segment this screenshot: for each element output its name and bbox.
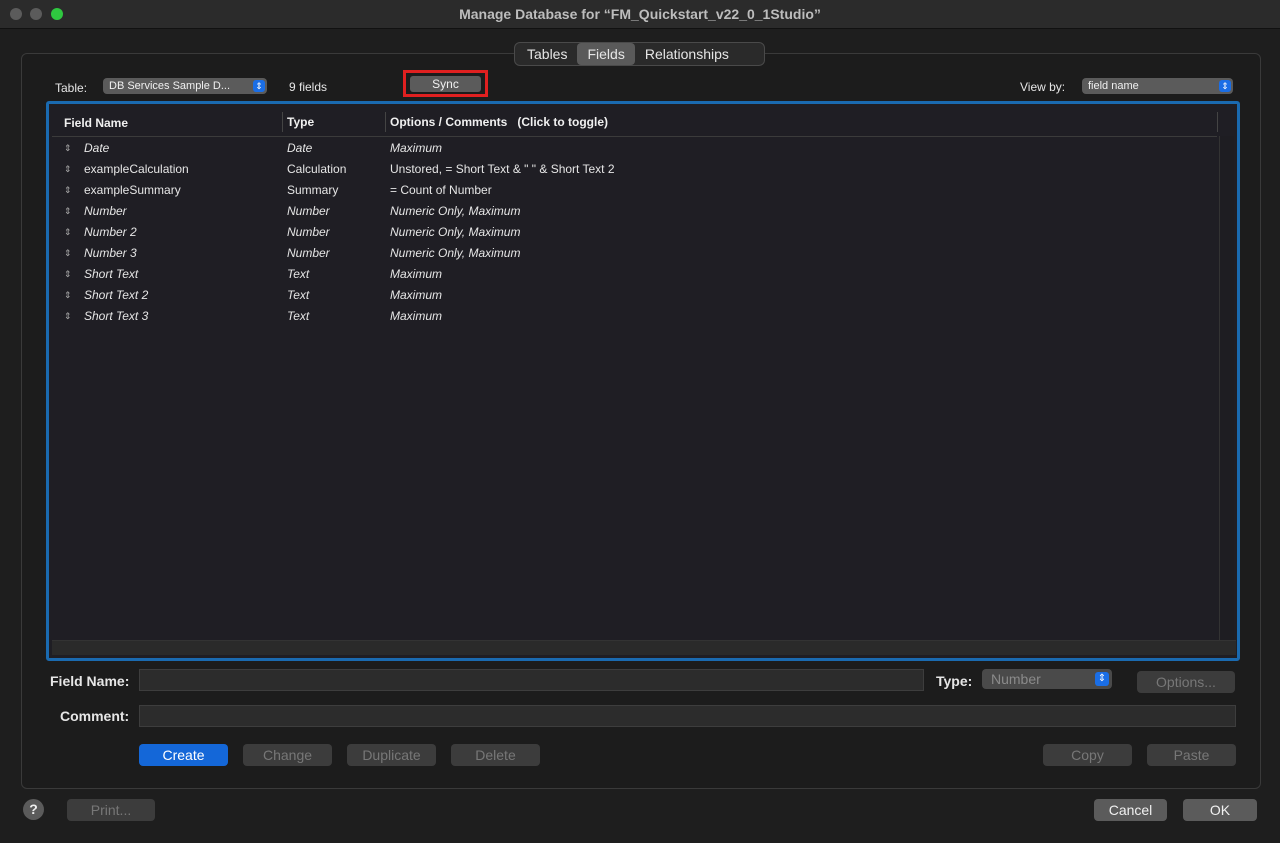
- tab-fields[interactable]: Fields: [577, 43, 635, 65]
- chevron-updown-icon: ⇕: [1219, 80, 1231, 92]
- table-select-value: DB Services Sample D...: [109, 80, 231, 92]
- field-type-cell: Number: [287, 246, 330, 260]
- field-options-cell: Numeric Only, Maximum: [390, 246, 521, 260]
- horizontal-scrollbar[interactable]: [52, 640, 1236, 655]
- duplicate-button[interactable]: Duplicate: [347, 744, 436, 766]
- table-row[interactable]: ⇕ Date Date Maximum: [52, 138, 1217, 159]
- field-name-cell: Number 3: [84, 246, 137, 260]
- drag-handle-icon[interactable]: ⇕: [64, 164, 72, 175]
- type-label: Type:: [936, 673, 973, 689]
- table-row[interactable]: ⇕ Number 2 Number Numeric Only, Maximum: [52, 222, 1217, 243]
- view-by-label: View by:: [1020, 80, 1066, 94]
- field-name-cell: exampleCalculation: [84, 162, 189, 176]
- comment-input[interactable]: [139, 705, 1236, 727]
- table-row[interactable]: ⇕ exampleCalculation Calculation Unstored, …: [52, 159, 1217, 180]
- field-options-cell: Maximum: [390, 141, 443, 155]
- field-options-cell: = Count of Number: [390, 183, 492, 197]
- field-type-cell: Summary: [287, 183, 339, 197]
- field-name-label: Field Name:: [50, 673, 130, 689]
- field-type-cell: Text: [287, 267, 310, 281]
- field-type-cell: Calculation: [287, 162, 347, 176]
- drag-handle-icon[interactable]: ⇕: [64, 311, 72, 322]
- drag-handle-icon[interactable]: ⇕: [64, 206, 72, 217]
- field-type-cell: Text: [287, 309, 310, 323]
- field-count: 9 fields: [289, 80, 328, 94]
- field-options-cell: Unstored, = Short Text & " " & Short Tex…: [390, 162, 615, 176]
- type-select[interactable]: Number ⇕: [982, 669, 1112, 689]
- view-by-value: field name: [1088, 80, 1139, 92]
- comment-label: Comment:: [60, 708, 130, 724]
- options-button[interactable]: Options...: [1137, 671, 1235, 693]
- help-button[interactable]: ?: [23, 799, 44, 820]
- change-button[interactable]: Change: [243, 744, 332, 766]
- table-row[interactable]: ⇕ Short Text 2 Text Maximum: [52, 285, 1217, 306]
- table-row[interactable]: ⇕ Number Number Numeric Only, Maximum: [52, 201, 1217, 222]
- print-button[interactable]: Print...: [67, 799, 155, 821]
- field-type-cell: Number: [287, 225, 330, 239]
- column-options[interactable]: Options / Comments (Click to toggle): [385, 112, 608, 132]
- chevron-updown-icon: ⇕: [1095, 672, 1109, 686]
- tab-bar: Tables Fields Relationships: [514, 42, 765, 66]
- delete-button[interactable]: Delete: [451, 744, 540, 766]
- table-label: Table:: [55, 81, 88, 95]
- table-row[interactable]: ⇕ exampleSummary Summary = Count of Number: [52, 180, 1217, 201]
- title-bar: Manage Database for “FM_Quickstart_v22_0…: [0, 0, 1280, 29]
- paste-button[interactable]: Paste: [1147, 744, 1236, 766]
- window-title: Manage Database for “FM_Quickstart_v22_0…: [459, 6, 821, 22]
- copy-button[interactable]: Copy: [1043, 744, 1132, 766]
- field-options-cell: Maximum: [390, 309, 443, 323]
- field-name-cell: Date: [84, 141, 110, 155]
- field-name-input[interactable]: [139, 669, 924, 691]
- field-options-cell: Maximum: [390, 267, 443, 281]
- field-type-cell: Number: [287, 204, 330, 218]
- drag-handle-icon[interactable]: ⇕: [64, 185, 72, 196]
- list-header: Field Name Type Options / Comments (Clic…: [52, 108, 1219, 137]
- table-row[interactable]: ⇕ Short Text 3 Text Maximum: [52, 306, 1217, 327]
- table-row[interactable]: ⇕ Short Text Text Maximum: [52, 264, 1217, 285]
- field-name-cell: Short Text 2: [84, 288, 149, 302]
- column-field-name[interactable]: Field Name: [64, 116, 128, 130]
- field-options-cell: Numeric Only, Maximum: [390, 204, 521, 218]
- field-type-cell: Date: [287, 141, 313, 155]
- drag-handle-icon[interactable]: ⇕: [64, 143, 72, 154]
- type-select-value: Number: [991, 671, 1041, 687]
- drag-handle-icon[interactable]: ⇕: [64, 290, 72, 301]
- field-name-cell: Short Text 3: [84, 309, 149, 323]
- column-type[interactable]: Type: [282, 112, 314, 132]
- field-name-cell: Number 2: [84, 225, 137, 239]
- drag-handle-icon[interactable]: ⇕: [64, 227, 72, 238]
- column-divider: [1217, 112, 1219, 132]
- field-name-cell: Number: [84, 204, 127, 218]
- table-row[interactable]: ⇕ Number 3 Number Numeric Only, Maximum: [52, 243, 1217, 264]
- table-select[interactable]: DB Services Sample D... ⇕: [103, 78, 267, 94]
- fields-list[interactable]: Field Name Type Options / Comments (Clic…: [46, 101, 1240, 661]
- chevron-updown-icon: ⇕: [253, 80, 265, 92]
- tab-tables[interactable]: Tables: [517, 43, 577, 65]
- rows-container: ⇕ Date Date Maximum ⇕ exampleCalculation Calcu…: [52, 138, 1217, 327]
- drag-handle-icon[interactable]: ⇕: [64, 269, 72, 280]
- create-button[interactable]: Create: [139, 744, 228, 766]
- field-type-cell: Text: [287, 288, 310, 302]
- field-options-cell: Numeric Only, Maximum: [390, 225, 521, 239]
- field-name-cell: Short Text: [84, 267, 139, 281]
- ok-button[interactable]: OK: [1183, 799, 1257, 821]
- sync-button[interactable]: Sync: [410, 76, 481, 92]
- drag-handle-icon[interactable]: ⇕: [64, 248, 72, 259]
- field-name-cell: exampleSummary: [84, 183, 181, 197]
- field-options-cell: Maximum: [390, 288, 443, 302]
- vertical-scrollbar[interactable]: [1219, 136, 1234, 641]
- cancel-button[interactable]: Cancel: [1094, 799, 1167, 821]
- tab-relationships[interactable]: Relationships: [635, 43, 739, 65]
- view-by-select[interactable]: field name ⇕: [1082, 78, 1233, 94]
